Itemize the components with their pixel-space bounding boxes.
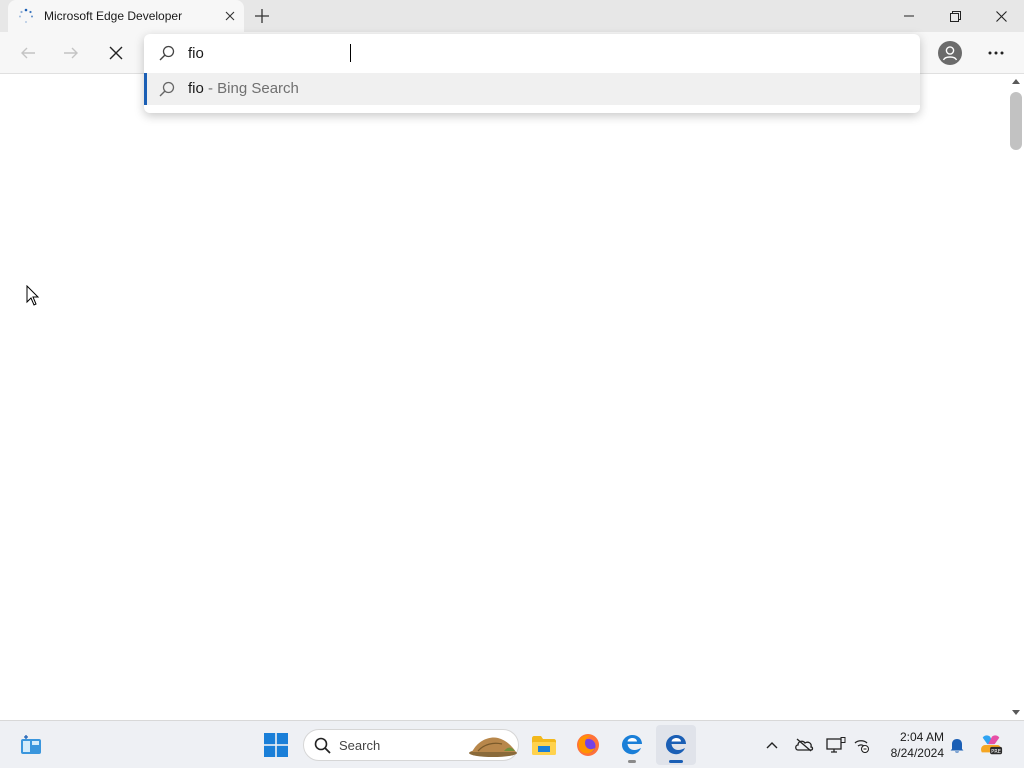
forward-button[interactable] [55,37,87,69]
tab-microsoft-edge-developer[interactable]: Microsoft Edge Developer [8,0,244,32]
file-explorer-icon [532,736,556,755]
search-highlight-illustration [468,734,518,763]
scroll-thumb[interactable] [1010,92,1022,150]
tab-title: Microsoft Edge Developer [44,9,183,23]
stop-loading-icon [109,46,123,60]
more-menu-icon [988,51,1004,55]
address-input[interactable] [188,43,888,63]
new-tab-button[interactable] [250,4,274,28]
onedrive-offline-icon [795,738,814,752]
display-icon [826,737,846,753]
show-hidden-icons-button[interactable] [760,731,784,759]
firefox-icon [577,734,599,756]
mouse-cursor-icon [26,284,40,312]
taskbar-file-explorer[interactable] [524,725,564,765]
search-icon [158,80,176,98]
search-icon [314,737,331,759]
stop-loading-button[interactable] [100,37,132,69]
edge-dev-icon [666,735,686,755]
onedrive-tray-button[interactable] [792,731,816,759]
svg-text:PRE: PRE [991,749,1001,755]
chevron-up-icon [766,742,778,749]
taskbar-edge-dev[interactable] [656,725,696,765]
network-icon [854,740,870,753]
clock-time: 2:04 AM [899,730,944,744]
plus-icon [255,9,269,23]
selected-indicator [144,73,147,105]
close-icon [995,10,1007,22]
minimize-icon [904,15,914,17]
suggestion-bing-search[interactable]: fio - Bing Search [144,73,920,105]
start-button[interactable] [256,725,296,765]
copilot-button[interactable]: PRE [979,731,1003,759]
address-bar[interactable] [144,34,920,72]
more-menu-button[interactable] [980,37,1012,69]
search-icon [158,44,176,62]
forward-arrow-icon [64,47,78,59]
windows-start-icon [264,733,288,757]
scroll-up-arrow-icon[interactable] [1012,79,1020,84]
suggestion-text: fio - Bing Search [188,80,299,97]
restore-button[interactable] [932,0,978,32]
back-arrow-icon [21,47,35,59]
widgets-icon [21,735,41,754]
profile-button[interactable] [934,37,966,69]
notification-bell-icon [950,738,964,753]
taskbar: Search 2:04 AM 8/24/2024 PRE [0,720,1024,768]
clock-date: 8/24/2024 [890,746,944,760]
widgets-button[interactable] [11,725,51,765]
close-window-button[interactable] [978,0,1024,32]
system-clock[interactable]: 2:04 AM 8/24/2024 [880,729,944,761]
edge-icon [622,735,642,755]
taskbar-firefox[interactable] [568,725,608,765]
taskbar-edge[interactable] [612,725,652,765]
running-indicator [628,760,636,763]
text-caret [350,44,351,62]
vertical-scrollbar[interactable] [1008,75,1024,720]
page-content [0,75,1008,720]
notifications-button[interactable] [945,731,969,759]
copilot-pre-icon: PRE [981,735,1003,755]
profile-icon [938,41,962,65]
minimize-button[interactable] [886,0,932,32]
taskbar-search-box[interactable]: Search [303,729,519,761]
tab-close-icon[interactable] [222,8,238,24]
suggestion-query: fio [188,80,204,97]
title-bar: Microsoft Edge Developer [0,0,1024,32]
scroll-down-arrow-icon[interactable] [1012,710,1020,715]
suggestion-suffix: - Bing Search [203,80,299,97]
back-button[interactable] [12,37,44,69]
display-tray-button[interactable] [824,731,848,759]
restore-icon [949,10,961,22]
network-tray-button[interactable] [850,731,874,759]
taskbar-search-label: Search [339,738,381,753]
active-indicator [669,760,683,763]
address-bar-dropdown: fio - Bing Search [144,34,920,113]
loading-spinner-icon [18,8,34,24]
